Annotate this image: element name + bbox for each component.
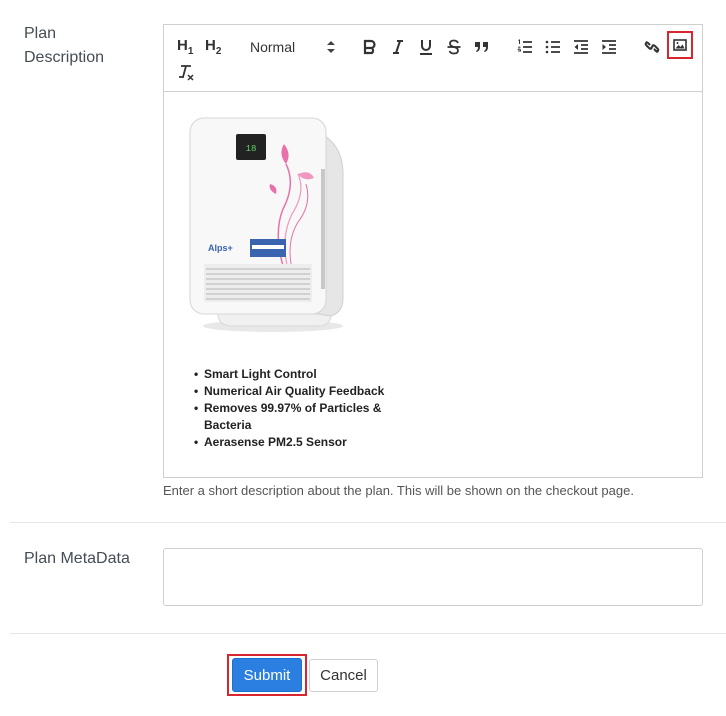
header-select-value: Normal bbox=[250, 39, 296, 55]
divider bbox=[10, 633, 726, 634]
strike-icon bbox=[447, 39, 461, 55]
bullet-list-button[interactable] bbox=[544, 35, 562, 59]
header-select[interactable]: Normal bbox=[250, 35, 340, 59]
list-item: Removes 99.97% of Particles & Bacteria bbox=[194, 400, 394, 434]
blockquote-button[interactable] bbox=[474, 35, 490, 59]
feature-list: Smart Light Control Numerical Air Qualit… bbox=[194, 366, 394, 451]
strike-button[interactable] bbox=[446, 35, 462, 59]
editor-toolbar: H1 H2 Normal bbox=[164, 25, 702, 92]
svg-text:18: 18 bbox=[246, 144, 257, 154]
italic-button[interactable] bbox=[390, 35, 406, 59]
ordered-list-button[interactable] bbox=[516, 35, 534, 59]
plan-description-label: Plan Description bbox=[24, 25, 105, 66]
rich-text-editor: H1 H2 Normal 18 Alps+ • Smart Light Cont… bbox=[163, 24, 703, 478]
list-item: Numerical Air Quality Feedback bbox=[194, 383, 394, 400]
underline-button[interactable] bbox=[418, 35, 434, 59]
bold-icon bbox=[363, 39, 376, 55]
image-icon bbox=[673, 39, 687, 51]
indent-button[interactable] bbox=[600, 35, 618, 59]
bold-button[interactable] bbox=[362, 35, 378, 59]
header-1-icon: H1 bbox=[177, 37, 194, 57]
ordered-list-icon bbox=[517, 39, 532, 53]
header-2-icon: H2 bbox=[205, 37, 222, 57]
link-button[interactable] bbox=[643, 35, 661, 59]
italic-icon bbox=[393, 40, 403, 54]
outdent-icon bbox=[574, 40, 588, 54]
plan-metadata-field[interactable] bbox=[163, 548, 703, 606]
bullet-list-icon bbox=[545, 40, 560, 54]
header-1-button[interactable]: H1 bbox=[177, 35, 193, 59]
blockquote-icon bbox=[475, 42, 488, 52]
list-item: Aerasense PM2.5 Sensor bbox=[194, 434, 394, 451]
list-item: Smart Light Control bbox=[194, 366, 394, 383]
clean-format-icon bbox=[179, 65, 194, 81]
editor-content[interactable]: 18 Alps+ Smart Light Control bbox=[164, 92, 702, 477]
submit-button[interactable]: Submit bbox=[232, 658, 302, 692]
clean-format-button[interactable] bbox=[177, 60, 195, 84]
description-help-text: Enter a short description about the plan… bbox=[163, 483, 634, 498]
svg-text:Alps+: Alps+ bbox=[208, 243, 233, 253]
image-button[interactable] bbox=[667, 31, 693, 59]
select-arrows-icon bbox=[327, 41, 335, 53]
divider bbox=[10, 522, 726, 523]
cancel-button[interactable]: Cancel bbox=[309, 659, 378, 692]
link-icon bbox=[644, 41, 660, 53]
underline-icon bbox=[420, 40, 432, 55]
air-purifier-image: 18 Alps+ bbox=[189, 117, 344, 332]
plan-metadata-label: Plan MetaData bbox=[24, 550, 130, 567]
indent-icon bbox=[602, 40, 616, 54]
header-2-button[interactable]: H2 bbox=[205, 35, 221, 59]
outdent-button[interactable] bbox=[572, 35, 590, 59]
